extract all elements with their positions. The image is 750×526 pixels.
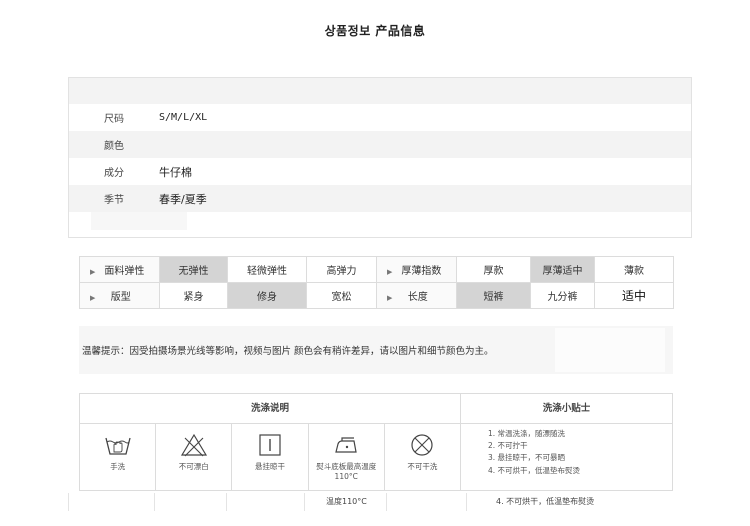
wash-item: 不可干洗	[385, 424, 460, 490]
attribute-option-selected: 无弹性	[159, 256, 228, 283]
attribute-option: 轻微弹性	[227, 256, 307, 283]
wash-care-panel: 洗涤说明 手洗 不可漂白 悬挂晾干 熨斗底板最高温度110°C 不可干洗	[80, 394, 461, 490]
info-placeholder-strip	[91, 212, 187, 230]
wash-tips-panel: 洗涤小贴士 1. 常温洗涤，随漂随洗 2. 不可拧干 3. 悬挂晾干，不可暴晒 …	[461, 394, 672, 490]
bottom-temp-text: 温度110°C	[326, 497, 367, 506]
attribute-option: 紧身	[159, 282, 228, 309]
wash-tip-item: 1. 常温洗涤，随漂随洗	[488, 429, 566, 438]
attribute-option-selected: 短裤	[456, 282, 531, 309]
attribute-table: ▶ 面料弹性 无弹性 轻微弹性 高弹力 ▶ 厚薄指数 厚款 厚薄适中 薄款 ▶ 版型…	[79, 256, 674, 309]
attribute-label: ▶ 面料弹性	[79, 256, 160, 283]
wash-tip-item: 4. 不可烘干，低温垫布熨烫	[488, 465, 581, 475]
wash-title: 洗涤说明	[80, 394, 460, 424]
no-bleach-icon	[180, 433, 207, 457]
attribute-row-elasticity: ▶ 面料弹性 无弹性 轻微弹性 高弹力 ▶ 厚薄指数 厚款 厚薄适中 薄款	[79, 256, 674, 283]
warm-tip: 温馨提示：因受拍摄场景光线等影响，视频与图片 颜色会有稍许差异，请以图片和细节颜…	[79, 326, 673, 374]
wash-item: 不可漂白	[156, 424, 233, 490]
triangle-right-icon: ▶	[90, 294, 96, 302]
page-title: 상품정보 产品信息	[324, 24, 426, 38]
attribute-option: 宽松	[306, 282, 377, 309]
divider	[226, 493, 227, 511]
wash-item: 悬挂晾干	[232, 424, 309, 490]
warm-tip-text: 温馨提示：因受拍摄场景光线等影响，视频与图片 颜色会有稍许差异，请以图片和细节颜…	[82, 346, 494, 357]
wash-item-label: 悬挂晾干	[255, 462, 285, 471]
triangle-right-icon: ▶	[387, 268, 393, 276]
no-dry-clean-icon	[411, 434, 434, 456]
wash-item-label: 不可漂白	[178, 462, 209, 471]
attribute-label: ▶ 版型	[79, 282, 160, 309]
product-info-box: 尺码 S/M/L/XL 颜色 成分 牛仔棉 季节 春季/夏季	[68, 77, 692, 238]
divider	[466, 493, 467, 511]
attribute-option: 高弹力	[306, 256, 377, 283]
attribute-option: 薄款	[594, 256, 674, 283]
divider	[68, 493, 69, 511]
info-label: 成分	[104, 168, 124, 179]
info-row-season: 季节 春季/夏季	[69, 185, 691, 212]
info-row-size: 尺码 S/M/L/XL	[69, 104, 691, 131]
attribute-option: 适中	[594, 282, 674, 309]
wash-item-label: 熨斗底板最高温度110°C	[316, 462, 377, 481]
wash-tip-item: 2. 不可拧干	[488, 441, 528, 451]
attribute-row-fit: ▶ 版型 紧身 修身 宽松 ▶ 长度 短裤 九分裤 适中	[79, 282, 674, 309]
divider	[154, 493, 155, 511]
wash-item-label: 手洗	[110, 462, 126, 471]
wash-instructions: 洗涤说明 手洗 不可漂白 悬挂晾干 熨斗底板最高温度110°C 不可干洗 洗涤小…	[79, 393, 673, 491]
divider	[386, 493, 387, 511]
info-value: 牛仔棉	[159, 165, 192, 179]
info-label: 季节	[104, 195, 124, 206]
attribute-label: ▶ 厚薄指数	[376, 256, 457, 283]
attribute-option-selected: 修身	[227, 282, 307, 309]
triangle-right-icon: ▶	[90, 268, 96, 276]
wash-item-label: 不可干洗	[407, 462, 438, 471]
info-row-material: 成分 牛仔棉	[69, 158, 691, 185]
iron-icon	[335, 437, 357, 453]
info-label: 尺码	[104, 114, 124, 125]
info-label: 颜色	[104, 141, 124, 152]
info-row-color: 颜色	[69, 131, 691, 158]
wash-tips-list: 1. 常温洗涤，随漂随洗 2. 不可拧干 3. 悬挂晾干，不可暴晒 4. 不可烘…	[461, 424, 672, 477]
wash-icon-row: 手洗 不可漂白 悬挂晾干 熨斗底板最高温度110°C 不可干洗	[80, 424, 460, 490]
wash-item: 熨斗底板最高温度110°C	[309, 424, 385, 490]
attribute-option-selected: 厚薄适中	[530, 256, 595, 283]
attribute-label: ▶ 长度	[376, 282, 457, 309]
attribute-option: 九分裤	[530, 282, 595, 309]
hang-dry-icon	[259, 434, 281, 456]
wash-tips-title: 洗涤小贴士	[461, 394, 672, 424]
attribute-option: 厚款	[456, 256, 531, 283]
info-header-band	[69, 78, 691, 104]
info-value: S/M/L/XL	[159, 112, 208, 123]
bottom-tip-text: 4. 不可烘干，低温垫布熨烫	[496, 497, 595, 506]
hand-wash-icon	[104, 437, 131, 455]
tip-side-panel	[555, 328, 665, 372]
bottom-cropped-row: 温度110°C 4. 不可烘干，低温垫布熨烫	[68, 493, 673, 513]
divider	[304, 493, 305, 511]
info-value: 春季/夏季	[159, 192, 207, 206]
wash-item: 手洗	[80, 424, 157, 490]
wash-tip-item: 3. 悬挂晾干，不可暴晒	[488, 453, 566, 463]
triangle-right-icon: ▶	[387, 294, 393, 302]
